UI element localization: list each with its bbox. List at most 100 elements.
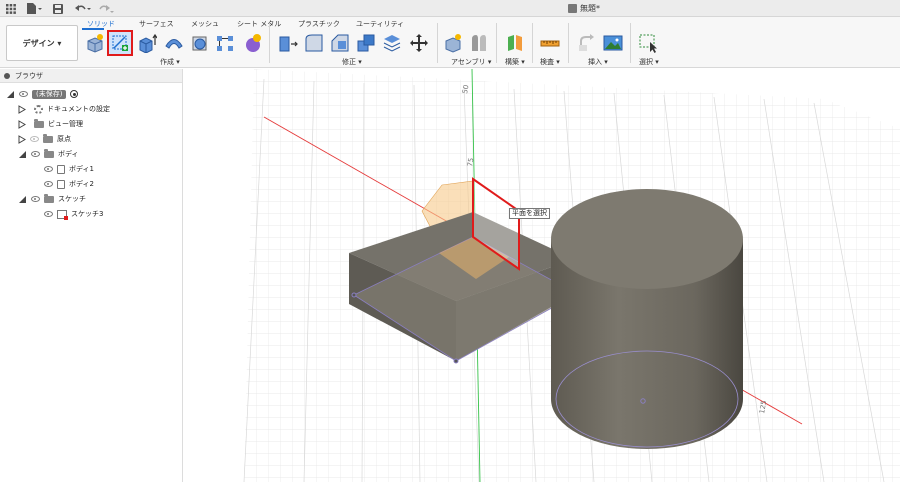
axis-label-75: 75 bbox=[466, 157, 475, 167]
tree-item-label: ボディ2 bbox=[69, 180, 94, 188]
root-component-label: (未保存) bbox=[32, 89, 67, 99]
create-sketch-icon[interactable] bbox=[107, 30, 133, 56]
tab-sheet-metal[interactable]: シート メタル bbox=[237, 19, 281, 29]
folder-icon bbox=[44, 148, 54, 158]
axis-label-50: 50 bbox=[461, 84, 470, 94]
sweep-icon[interactable] bbox=[189, 32, 211, 54]
sketch-point[interactable] bbox=[351, 292, 357, 298]
document-title: 無題* bbox=[568, 3, 600, 14]
redo-icon[interactable] bbox=[97, 2, 115, 15]
combine-icon[interactable] bbox=[355, 32, 377, 54]
viewport-scene[interactable]: 50 75 125 bbox=[184, 69, 900, 482]
tree-item-label: スケッチ bbox=[58, 195, 86, 203]
folder-icon bbox=[43, 133, 53, 143]
fillet-icon[interactable] bbox=[303, 32, 325, 54]
undo-icon[interactable] bbox=[74, 2, 92, 15]
expanded-triangle-icon[interactable] bbox=[6, 90, 15, 99]
new-component-icon[interactable] bbox=[84, 32, 106, 54]
tree-item-label: スケッチ3 bbox=[71, 210, 104, 218]
folder-icon bbox=[44, 193, 54, 203]
shell-icon[interactable] bbox=[381, 32, 403, 54]
document-cube-icon bbox=[568, 4, 577, 13]
expanded-triangle-icon[interactable] bbox=[18, 150, 27, 159]
group-select-label[interactable]: 選択 ▾ bbox=[639, 57, 659, 67]
visibility-eye-icon[interactable] bbox=[44, 211, 53, 217]
tree-item-sketches[interactable]: スケッチ bbox=[18, 192, 86, 206]
ribbon-separator bbox=[532, 23, 533, 63]
tree-item-sketch3[interactable]: スケッチ3 bbox=[44, 207, 103, 221]
press-pull-icon[interactable] bbox=[277, 32, 299, 54]
joint-icon[interactable] bbox=[468, 32, 490, 54]
tree-item-named-views[interactable]: ビュー管理 bbox=[18, 117, 83, 131]
ribbon-separator bbox=[630, 23, 631, 63]
tab-plastic[interactable]: プラスチック bbox=[298, 19, 340, 29]
title-bar: 無題* bbox=[0, 0, 900, 17]
visibility-eye-icon[interactable] bbox=[19, 91, 28, 97]
group-create-label[interactable]: 作成 ▾ bbox=[160, 57, 180, 67]
tab-surface[interactable]: サーフェス bbox=[139, 19, 174, 29]
pattern-icon[interactable] bbox=[214, 32, 236, 54]
insert-canvas-icon[interactable] bbox=[602, 32, 624, 54]
sketch-point[interactable] bbox=[453, 358, 459, 364]
group-inspect-label[interactable]: 検査 ▾ bbox=[540, 57, 560, 67]
new-component-assembly-icon[interactable] bbox=[442, 32, 464, 54]
design-canvas[interactable]: 50 75 125 平面を選択 bbox=[184, 69, 900, 482]
expanded-triangle-icon[interactable] bbox=[18, 195, 27, 204]
tab-utility[interactable]: ユーティリティ bbox=[356, 19, 404, 29]
tree-item-label: ボディ1 bbox=[69, 165, 94, 173]
visibility-eye-icon[interactable] bbox=[44, 166, 53, 172]
visibility-eye-icon[interactable] bbox=[44, 181, 53, 187]
extrude-icon[interactable] bbox=[136, 32, 158, 54]
collapsed-triangle-icon[interactable] bbox=[18, 119, 26, 129]
select-plane-tooltip: 平面を選択 bbox=[509, 208, 550, 219]
create-form-icon[interactable] bbox=[242, 32, 264, 54]
visibility-eye-icon[interactable] bbox=[31, 196, 40, 202]
document-title-text: 無題* bbox=[580, 4, 600, 13]
body-icon bbox=[57, 164, 65, 174]
tree-root[interactable]: (未保存) bbox=[6, 87, 79, 101]
ribbon-toolbar: デザイン ▾ ソリッド サーフェス メッシュ シート メタル プラスチック ユー… bbox=[0, 17, 900, 68]
tree-item-document-settings[interactable]: ドキュメントの設定 bbox=[18, 102, 110, 116]
collapsed-triangle-icon[interactable] bbox=[18, 104, 26, 114]
chamfer-icon[interactable] bbox=[329, 32, 351, 54]
visibility-eye-icon[interactable] bbox=[31, 151, 40, 157]
browser-panel: ブラウザ (未保存) ドキュメントの設定 ビュー管理 原点 ボディ ボディ1 ボ… bbox=[0, 69, 183, 482]
insert-derive-icon[interactable] bbox=[576, 32, 598, 54]
grid-icon[interactable] bbox=[4, 2, 17, 15]
tree-item-label: ドキュメントの設定 bbox=[47, 105, 110, 113]
cylinder-body[interactable] bbox=[551, 189, 743, 449]
browser-header: ブラウザ bbox=[0, 69, 182, 83]
visibility-eye-icon[interactable] bbox=[30, 136, 39, 142]
tree-item-bodies[interactable]: ボディ bbox=[18, 147, 79, 161]
folder-icon bbox=[34, 118, 44, 128]
tree-item-body1[interactable]: ボディ1 bbox=[44, 162, 94, 176]
offset-plane-icon[interactable] bbox=[504, 32, 526, 54]
collapsed-triangle-icon[interactable] bbox=[18, 134, 26, 144]
active-component-radio-icon[interactable] bbox=[70, 90, 79, 98]
group-insert-label[interactable]: 挿入 ▾ bbox=[588, 57, 608, 67]
sketch-icon bbox=[57, 209, 68, 220]
revolve-icon[interactable] bbox=[163, 32, 185, 54]
save-icon[interactable] bbox=[52, 2, 64, 15]
gear-icon bbox=[34, 104, 43, 114]
tree-item-label: ボディ bbox=[58, 150, 79, 158]
move-copy-icon[interactable] bbox=[408, 32, 430, 54]
ribbon-separator bbox=[568, 23, 569, 63]
file-icon[interactable] bbox=[25, 2, 43, 15]
active-tab-indicator bbox=[82, 28, 104, 30]
measure-icon[interactable] bbox=[539, 32, 561, 54]
tree-item-origin[interactable]: 原点 bbox=[18, 132, 71, 146]
select-window-icon[interactable] bbox=[637, 32, 659, 54]
ribbon-separator bbox=[496, 23, 497, 63]
collapse-dot-icon[interactable] bbox=[4, 72, 10, 79]
workspace-switcher-button[interactable]: デザイン ▾ bbox=[6, 25, 78, 61]
ribbon-separator bbox=[269, 23, 270, 63]
tree-item-label: 原点 bbox=[57, 135, 71, 143]
tree-item-label: ビュー管理 bbox=[48, 120, 83, 128]
ribbon-separator bbox=[437, 23, 438, 63]
group-assemble-label[interactable]: アセンブリ ▾ bbox=[451, 57, 491, 67]
tree-item-body2[interactable]: ボディ2 bbox=[44, 177, 94, 191]
group-construct-label[interactable]: 構築 ▾ bbox=[505, 57, 525, 67]
tab-mesh[interactable]: メッシュ bbox=[191, 19, 219, 29]
group-modify-label[interactable]: 修正 ▾ bbox=[342, 57, 362, 67]
